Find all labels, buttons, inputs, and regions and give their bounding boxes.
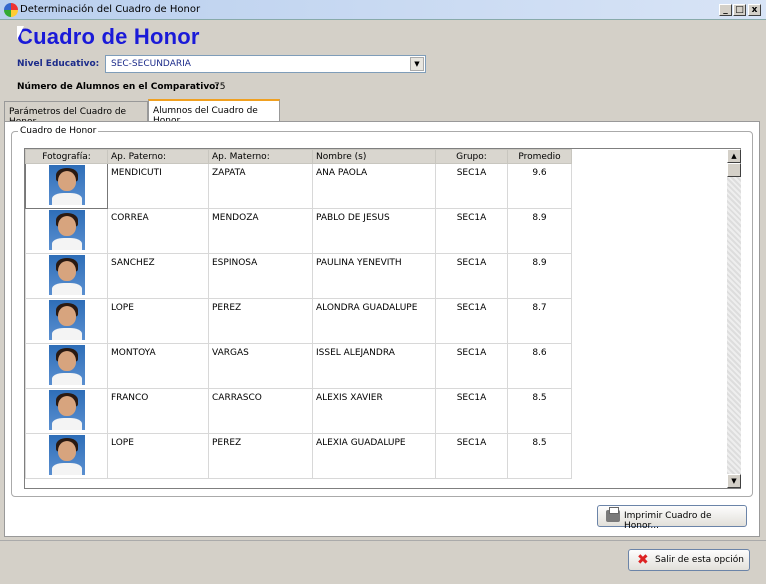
scroll-thumb[interactable] [727, 163, 741, 177]
exit-button[interactable]: ✖ Salir de esta opción [628, 549, 750, 571]
promedio-cell: 8.6 [507, 343, 572, 389]
table-header-row: Fotografía: Ap. Paterno: Ap. Materno: No… [25, 149, 572, 164]
student-photo [48, 345, 85, 385]
materno-cell: PEREZ [208, 433, 313, 479]
paterno-cell: SANCHEZ [107, 253, 209, 299]
nivel-educativo-select[interactable]: SEC-SECUNDARIA ▼ [105, 55, 426, 73]
scroll-down-icon[interactable]: ▼ [727, 474, 741, 488]
photo-cell [25, 208, 108, 254]
table-row[interactable]: CORREA MENDOZA PABLO DE JESUS SEC1A 8.9 [25, 208, 572, 254]
print-button-label: Imprimir Cuadro de Honor... [624, 511, 712, 531]
paterno-cell: CORREA [107, 208, 209, 254]
close-button[interactable]: x [748, 4, 761, 16]
tab-parametros[interactable]: Parámetros del Cuadro de Honor [4, 101, 148, 127]
nombre-cell: ALONDRA GUADALUPE [312, 298, 436, 344]
column-header[interactable]: Ap. Materno: [208, 149, 313, 164]
table-row[interactable]: MONTOYA VARGAS ISSEL ALEJANDRA SEC1A 8.6 [25, 343, 572, 389]
photo-cell [25, 433, 108, 479]
exit-button-label: Salir de esta opción [655, 555, 744, 565]
window-title: Determinación del Cuadro de Honor [20, 4, 201, 15]
grupo-cell: SEC1A [435, 208, 508, 254]
materno-cell: MENDOZA [208, 208, 313, 254]
nombre-cell: ALEXIA GUADALUPE [312, 433, 436, 479]
student-photo [48, 300, 85, 340]
nombre-cell: ANA PAOLA [312, 163, 436, 209]
grupo-cell: SEC1A [435, 163, 508, 209]
materno-cell: CARRASCO [208, 388, 313, 434]
materno-cell: PEREZ [208, 298, 313, 344]
promedio-cell: 8.9 [507, 253, 572, 299]
maximize-button[interactable]: □ [733, 4, 746, 16]
paterno-cell: FRANCO [107, 388, 209, 434]
promedio-cell: 8.7 [507, 298, 572, 344]
red-x-icon: ✖ [637, 552, 649, 568]
table-row[interactable]: LOPE PEREZ ALONDRA GUADALUPE SEC1A 8.7 [25, 298, 572, 344]
paterno-cell: MONTOYA [107, 343, 209, 389]
table-row[interactable]: MENDICUTI ZAPATA ANA PAOLA SEC1A 9.6 [25, 163, 572, 209]
promedio-cell: 9.6 [507, 163, 572, 209]
table-row[interactable]: LOPE PEREZ ALEXIA GUADALUPE SEC1A 8.5 [25, 433, 572, 479]
column-header[interactable]: Nombre (s) [312, 149, 436, 164]
materno-cell: ESPINOSA [208, 253, 313, 299]
column-header[interactable]: Fotografía: [25, 149, 108, 164]
photo-cell [25, 163, 108, 209]
column-header[interactable]: Grupo: [435, 149, 508, 164]
printer-icon [606, 507, 620, 522]
student-photo [48, 210, 85, 250]
mouse-cursor-icon [17, 26, 24, 40]
grupo-cell: SEC1A [435, 433, 508, 479]
paterno-cell: LOPE [107, 298, 209, 344]
minimize-button[interactable]: _ [719, 4, 732, 16]
app-icon [4, 3, 18, 17]
student-photo [48, 435, 85, 475]
paterno-cell: LOPE [107, 433, 209, 479]
grupo-cell: SEC1A [435, 298, 508, 344]
photo-cell [25, 388, 108, 434]
column-header[interactable]: Ap. Paterno: [107, 149, 209, 164]
promedio-cell: 8.5 [507, 388, 572, 434]
promedio-cell: 8.5 [507, 433, 572, 479]
photo-cell [25, 343, 108, 389]
photo-cell [25, 253, 108, 299]
title-bar: Determinación del Cuadro de Honor _ □ x [0, 0, 766, 20]
materno-cell: ZAPATA [208, 163, 313, 209]
print-button[interactable]: Imprimir Cuadro de Honor... [597, 505, 747, 531]
student-photo [48, 255, 85, 295]
nivel-educativo-label: Nivel Educativo: [17, 59, 100, 69]
nombre-cell: ALEXIS XAVIER [312, 388, 436, 434]
photo-cell [25, 298, 108, 344]
column-header[interactable]: Promedio [507, 149, 572, 164]
alumnos-count-label: Número de Alumnos en el Comparativo: [17, 82, 219, 92]
promedio-cell: 8.9 [507, 208, 572, 254]
nombre-cell: PAULINA YENEVITH [312, 253, 436, 299]
nombre-cell: ISSEL ALEJANDRA [312, 343, 436, 389]
materno-cell: VARGAS [208, 343, 313, 389]
students-table: Fotografía: Ap. Paterno: Ap. Materno: No… [25, 149, 572, 479]
group-label: Cuadro de Honor [18, 126, 99, 136]
nivel-educativo-value: SEC-SECUNDARIA [111, 59, 191, 69]
tab-alumnos[interactable]: Alumnos del Cuadro de Honor [148, 99, 280, 126]
table-row[interactable]: SANCHEZ ESPINOSA PAULINA YENEVITH SEC1A … [25, 253, 572, 299]
student-photo [48, 390, 85, 430]
chevron-down-icon[interactable]: ▼ [410, 57, 424, 71]
paterno-cell: MENDICUTI [107, 163, 209, 209]
table-row[interactable]: FRANCO CARRASCO ALEXIS XAVIER SEC1A 8.5 [25, 388, 572, 434]
students-grid: Fotografía: Ap. Paterno: Ap. Materno: No… [24, 148, 741, 489]
student-photo [48, 165, 85, 205]
vertical-scrollbar[interactable]: ▲ ▼ [727, 149, 741, 488]
page-title: Cuadro de Honor [17, 24, 200, 49]
nombre-cell: PABLO DE JESUS [312, 208, 436, 254]
grupo-cell: SEC1A [435, 343, 508, 389]
grupo-cell: SEC1A [435, 253, 508, 299]
grupo-cell: SEC1A [435, 388, 508, 434]
alumnos-count-value: 75 [214, 82, 226, 92]
footer-divider [0, 540, 766, 541]
scroll-up-icon[interactable]: ▲ [727, 149, 741, 163]
